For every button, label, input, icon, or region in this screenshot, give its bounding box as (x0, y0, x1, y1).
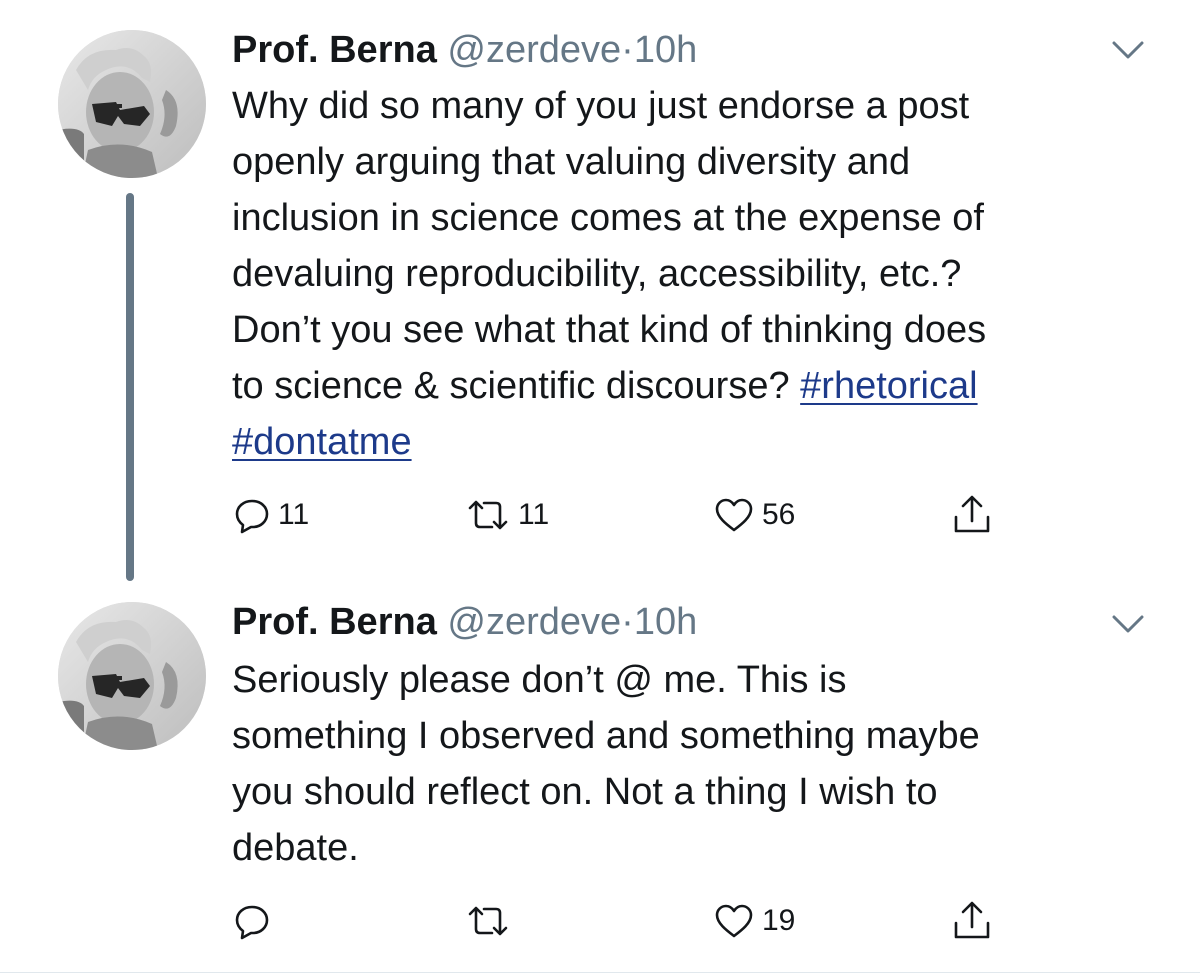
hashtag-dontatme[interactable]: #dontatme (232, 421, 412, 463)
share-button[interactable] (950, 896, 994, 946)
tweet-header: Prof. Berna @zerdeve·10h (232, 600, 697, 644)
heart-icon (715, 904, 753, 938)
tweet-1[interactable]: Prof. Berna @zerdeve·10h Why did so many… (0, 0, 1200, 590)
tweet-text-line: Don’t you see what that kind of thinking… (232, 309, 987, 351)
user-handle[interactable]: @zerdeve (447, 29, 621, 71)
display-name[interactable]: Prof. Berna (232, 29, 437, 71)
retweet-icon (468, 906, 508, 936)
chevron-down-icon[interactable] (1110, 612, 1146, 636)
share-icon (954, 495, 990, 533)
display-name[interactable]: Prof. Berna (232, 601, 437, 643)
divider (0, 972, 1200, 973)
thread-line (126, 193, 134, 581)
heart-icon (715, 498, 753, 532)
tweet-text-line: you should reflect on. Not a thing I wis… (232, 771, 938, 813)
tweet-text: Why did so many of you just endorse a po… (232, 78, 1172, 470)
share-button[interactable] (950, 490, 994, 540)
hashtag-rhetorical[interactable]: #rhetorical (800, 365, 977, 407)
tweet-text-line-with-hashtag: to science & scientific discourse? #rhet… (232, 358, 1172, 414)
tweet-header: Prof. Berna @zerdeve·10h (232, 28, 697, 72)
tweet-text-line: Why did so many of you just endorse a po… (232, 85, 970, 127)
avatar[interactable] (58, 30, 206, 178)
reply-button[interactable]: 11 (232, 490, 309, 540)
retweet-icon (468, 500, 508, 530)
tweet-actions: 19 (232, 896, 1032, 946)
tweet-text: Seriously please don’t @ me. This is som… (232, 652, 1172, 876)
retweet-count: 11 (518, 498, 550, 531)
tweet-text-line: #dontatme (232, 414, 1172, 470)
chevron-down-icon[interactable] (1110, 38, 1146, 62)
reply-count: 11 (278, 498, 310, 531)
tweet-text-line: Seriously please don’t @ me. This is (232, 659, 847, 701)
avatar-image (58, 30, 206, 178)
retweet-button[interactable] (464, 896, 518, 946)
tweet-actions: 11 11 56 (232, 490, 1032, 540)
tweet-text-line: openly arguing that valuing diversity an… (232, 141, 911, 183)
tweet-text-line: inclusion in science comes at the expens… (232, 197, 984, 239)
like-button[interactable]: 19 (712, 896, 795, 946)
like-count: 19 (762, 904, 796, 937)
tweet-text-segment: to science & scientific discourse? (232, 365, 790, 407)
timestamp[interactable]: 10h (634, 29, 697, 71)
tweet-text-line: devaluing reproducibility, accessibility… (232, 253, 962, 295)
reply-icon (235, 499, 269, 534)
like-button[interactable]: 56 (712, 490, 795, 540)
user-handle[interactable]: @zerdeve (447, 601, 621, 643)
timestamp[interactable]: 10h (634, 601, 697, 643)
retweet-button[interactable]: 11 (464, 490, 549, 540)
avatar-image (58, 602, 206, 750)
tweet-2[interactable]: Prof. Berna @zerdeve·10h Seriously pleas… (0, 590, 1200, 977)
reply-button[interactable] (232, 896, 278, 946)
tweet-text-line: debate. (232, 827, 359, 869)
like-count: 56 (762, 498, 796, 531)
separator-dot: · (621, 601, 634, 643)
avatar[interactable] (58, 602, 206, 750)
tweet-text-line: something I observed and something maybe (232, 715, 980, 757)
share-icon (954, 901, 990, 939)
reply-icon (235, 905, 269, 940)
separator-dot: · (621, 29, 634, 71)
